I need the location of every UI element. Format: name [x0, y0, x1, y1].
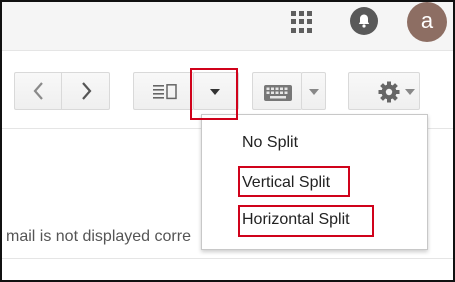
input-tools-button[interactable]: [252, 72, 302, 110]
input-tools-dropdown-button[interactable]: [301, 72, 326, 110]
content-divider: [2, 258, 453, 259]
gear-icon: [378, 81, 400, 103]
message-display-notice: mail is not displayed corre: [6, 228, 191, 245]
caret-down-icon: [405, 89, 415, 95]
next-button[interactable]: [61, 72, 110, 110]
previous-button[interactable]: [14, 72, 62, 110]
settings-button[interactable]: [348, 72, 420, 110]
app-frame: a mail is not displayed corre No Split V…: [0, 0, 455, 282]
highlight-split-dropdown: [190, 68, 238, 120]
avatar-letter: a: [420, 8, 434, 33]
split-pane-toggle-button[interactable]: [133, 72, 194, 110]
chevron-left-icon: [33, 82, 43, 100]
caret-down-icon: [309, 89, 319, 95]
chevron-right-icon: [82, 82, 92, 100]
keyboard-icon: [264, 85, 292, 101]
top-bar: a: [2, 2, 453, 51]
avatar[interactable]: a: [407, 2, 447, 42]
highlight-horizontal-split: [238, 205, 374, 237]
apps-grid-icon[interactable]: [291, 11, 313, 33]
bell-icon[interactable]: [350, 7, 378, 35]
split-pane-icon: [153, 84, 177, 100]
menu-item-no-split[interactable]: No Split: [242, 134, 298, 152]
highlight-vertical-split: [238, 166, 350, 197]
